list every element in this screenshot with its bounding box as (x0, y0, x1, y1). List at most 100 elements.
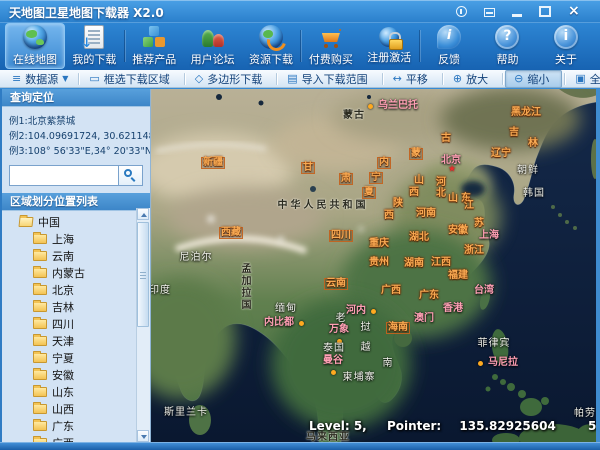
tool-button-label: 导入下载范围 (302, 71, 368, 87)
tool-button[interactable] (276, 73, 277, 85)
tree-item[interactable]: 上海 (2, 230, 150, 247)
map-label: 肃 (339, 173, 353, 185)
tree-item[interactable]: 安徽 (2, 366, 150, 383)
tool-icon: ▣ (575, 73, 585, 84)
tree-item[interactable]: 北京 (2, 281, 150, 298)
float-window-icon[interactable] (484, 8, 495, 17)
close-button[interactable]: × (568, 5, 580, 17)
map-label: 南 (383, 359, 394, 369)
scrollbar-grip (140, 275, 146, 276)
tool-button[interactable] (442, 73, 443, 85)
tool-icon: ≡ (12, 73, 21, 84)
chevron-down-icon: ▼ (62, 74, 68, 83)
sidebar-scrollbar[interactable] (136, 208, 150, 442)
tree-item-label: 上海 (52, 231, 74, 247)
search-input[interactable] (9, 165, 118, 186)
folder-icon (33, 319, 47, 329)
toolbar-icon (437, 25, 461, 49)
window-bottom-edge (0, 442, 600, 450)
tree-item[interactable]: 广西 (2, 434, 150, 442)
tool-button[interactable]: ⊕ 放大 (445, 71, 500, 87)
window-controls: × (456, 5, 580, 17)
info-icon[interactable] (456, 6, 467, 17)
tool-button[interactable]: ▤ 导入下载范围 (279, 71, 379, 87)
scroll-up-button[interactable] (137, 208, 149, 220)
tree-item[interactable]: 山西 (2, 400, 150, 417)
tree-item[interactable]: 云南 (2, 247, 150, 264)
map-label: 西藏 (219, 227, 243, 239)
scroll-down-button[interactable] (137, 430, 149, 442)
tree-item[interactable]: 宁夏 (2, 349, 150, 366)
scrollbar-thumb[interactable] (137, 222, 149, 327)
map-label: 河内 (346, 306, 366, 316)
map-canvas[interactable]: 蒙古 乌兰巴托 中华人民共和国 黑龙江 吉 林 辽宁 朝鲜 韩国 (151, 89, 596, 442)
toolbar-button[interactable]: 我的下载 (65, 24, 123, 68)
search-examples: 例1:北京紫禁城 例2:104.09691724, 30.62114865 例3… (2, 107, 150, 162)
map-label: 内比都 (264, 318, 294, 328)
map-label: 朝鲜 (517, 166, 539, 176)
folder-icon (33, 251, 47, 261)
map-label: 浙江 (464, 246, 484, 256)
map-label: 林 (528, 139, 538, 149)
map-label: 湖北 (409, 233, 429, 243)
tool-button[interactable] (564, 73, 565, 85)
toolbar-button[interactable]: 在线地图 (5, 23, 65, 69)
toolbar-button[interactable]: 反馈 (420, 24, 478, 68)
tool-button[interactable]: ⊖ 缩小 (505, 70, 562, 88)
tree-item-label: 内蒙古 (52, 265, 85, 281)
toolbar-button[interactable]: 付费购买 (302, 24, 360, 68)
toolbar-button[interactable]: 注册激活 (360, 24, 418, 68)
map-label: 西 (384, 211, 394, 221)
tool-button[interactable] (78, 73, 79, 85)
tool-button[interactable] (502, 73, 503, 85)
map-label: 西 (409, 188, 419, 198)
toolbar-icon (259, 25, 283, 49)
tree-item[interactable]: 天津 (2, 332, 150, 349)
tool-button[interactable]: ≡ 数据源 ▼ (4, 71, 76, 87)
toolbar-icon (142, 25, 166, 49)
tree-item[interactable]: 广东 (2, 417, 150, 434)
toolbar-button-label: 注册激活 (360, 49, 418, 65)
tool-button[interactable] (382, 73, 383, 85)
map-label: 菲律宾 (478, 339, 511, 349)
maximize-button[interactable] (539, 6, 551, 17)
toolbar-button[interactable]: 帮助 (478, 24, 536, 68)
toolbar-button[interactable]: 关于 (537, 24, 595, 68)
toolbar-button-label: 付费购买 (302, 51, 360, 67)
minimize-button[interactable] (512, 5, 522, 17)
tool-button[interactable]: ▭ 框选下载区域 (81, 71, 181, 87)
tree-item[interactable]: 中国 (2, 213, 150, 230)
map-label: 北 (436, 189, 446, 199)
tool-icon: ▤ (287, 73, 297, 84)
toolbar-button[interactable]: 用户论坛 (184, 24, 242, 68)
toolbar-button[interactable]: 资源下载 (242, 24, 300, 68)
tool-button[interactable]: ▣ 全视图 (567, 71, 600, 87)
tree-item[interactable]: 内蒙古 (2, 264, 150, 281)
search-button[interactable] (118, 165, 143, 186)
toolbar-icon (554, 25, 578, 49)
tree-item-label: 安徽 (52, 367, 74, 383)
tree-item-label: 四川 (52, 316, 74, 332)
toolbar-icon (201, 25, 225, 49)
folder-icon (33, 353, 47, 363)
map-label: 老 (336, 314, 347, 324)
folder-icon (18, 217, 33, 227)
map-label: 四川 (329, 230, 353, 242)
search-icon (124, 169, 132, 177)
tool-button[interactable] (184, 73, 185, 85)
tree-item[interactable]: 吉林 (2, 298, 150, 315)
status-zoom-level: Level: 5, (309, 419, 367, 433)
tree-item[interactable]: 山东 (2, 383, 150, 400)
search-example-line: 例2:104.09691724, 30.62114865 (9, 129, 145, 144)
tree-item-label: 宁夏 (52, 350, 74, 366)
tree-item-label: 山东 (52, 384, 74, 400)
map-label: 泰国 (323, 344, 345, 354)
toolbar-button-label: 推荐产品 (125, 51, 183, 67)
map-label: 夏 (362, 187, 376, 199)
toolbar-button[interactable]: 推荐产品 (125, 24, 183, 68)
tool-icon: ⊕ (453, 73, 462, 84)
titlebar: 天地图卫星地图下载器 X2.0 × (0, 0, 600, 22)
tool-button[interactable]: ◇ 多边形下载 (187, 71, 274, 87)
tree-item[interactable]: 四川 (2, 315, 150, 332)
tool-button[interactable]: ↔ 平移 (385, 71, 440, 87)
